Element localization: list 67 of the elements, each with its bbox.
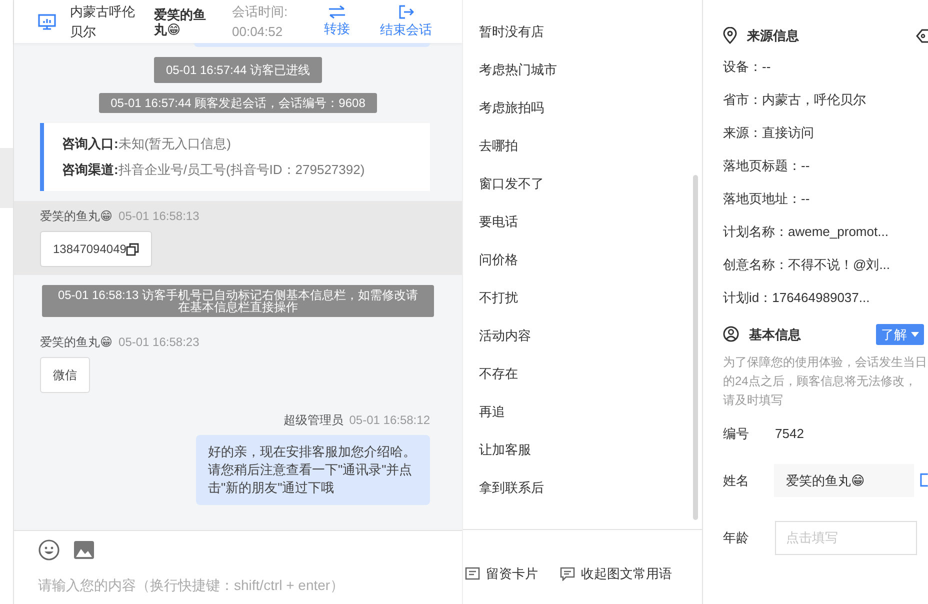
quick-reply-item[interactable]: 让加客服 [479, 431, 702, 469]
user-circle-icon [723, 326, 739, 342]
quick-reply-item[interactable]: 不存在 [479, 355, 702, 393]
source-info-row-text: 省市：内蒙古，呼伦贝尔 [723, 90, 867, 108]
field-value: 7542 [775, 425, 804, 443]
source-info-row-text: 计划id：176464989037... [723, 288, 871, 306]
lead-card-button[interactable]: 留资卡片 [465, 544, 538, 604]
info-label: 咨询渠道: [62, 162, 118, 177]
collapse-phrases-button[interactable]: 收起图文常用语 [560, 544, 672, 604]
source-info-row-text: 创意名称：不得不说！@刘... [723, 256, 892, 274]
quick-reply-item[interactable]: 再追 [479, 393, 702, 431]
exit-icon [398, 4, 414, 20]
source-info-row-text: 计划名称：aweme_promot... [723, 222, 890, 241]
transfer-button[interactable]: 转接 [324, 4, 350, 38]
sidebar-item[interactable] [0, 148, 13, 208]
tag-icon [916, 28, 928, 43]
caret-icon [911, 332, 919, 337]
visitor-name: 爱笑的鱼丸😁 [154, 6, 207, 36]
quick-reply-item[interactable]: 活动内容 [479, 317, 702, 355]
section-title: 来源信息 [747, 27, 799, 45]
sender-name: 超级管理员 [283, 413, 344, 427]
message-bubble: 好的亲，现在安排客服加您介绍哈。请您稍后注意查看一下"通讯录"并点击"新的朋友"通过下哦 [196, 435, 430, 505]
timer-label: 会话时间: [232, 2, 289, 20]
scrollbar[interactable] [693, 175, 698, 520]
source-info-row-text: 落地页标题：-- [723, 156, 811, 174]
comment-icon [560, 567, 575, 581]
info-value: 未知(暂无入口信息) [118, 136, 232, 151]
system-notice: 05-01 16:57:44 顾客发起会话，会话编号：9608 [98, 93, 378, 113]
swap-arrows-icon [328, 4, 346, 18]
sender-name: 爱笑的鱼丸😁 [40, 335, 113, 349]
card-icon [465, 567, 480, 581]
info-value: 抖音企业号/员工号(抖音号ID：279527392) [118, 162, 365, 177]
sender-name: 爱笑的鱼丸😁 [40, 209, 113, 223]
field-label: 编号 [723, 425, 750, 443]
message-time: 05-01 16:58:12 [349, 413, 430, 427]
timer-value: 00:04:52 [232, 22, 284, 40]
name-field: 爱笑的鱼丸😁 [774, 464, 914, 497]
location-pin-icon [723, 27, 737, 44]
field-label: 姓名 [723, 472, 750, 490]
quick-reply-item[interactable]: 不打扰 [479, 279, 702, 317]
message-time: 05-01 16:58:23 [118, 335, 200, 349]
quick-reply-item[interactable]: 去哪拍 [479, 127, 702, 165]
message-time: 05-01 16:58:13 [118, 209, 200, 223]
message-text: 13847094049 [53, 241, 126, 258]
system-notice: 05-01 16:58:13 访客手机号已自动标记右侧基本信息栏，如需修改请在基本信息栏直接操作 [42, 285, 434, 317]
source-info-row-text: 来源：直接访问 [723, 124, 815, 142]
info-label: 咨询入口: [62, 136, 118, 151]
message-text: 微信 [53, 367, 77, 384]
notice-text: 为了保障您的使用体验，会话发生当日的24点之后，顾客信息将无法修改，请及时填写 [723, 354, 928, 409]
source-info-row-text: 落地页地址：-- [723, 190, 811, 208]
location-text: 内蒙古呼伦贝尔 [70, 2, 136, 40]
monitor-icon [38, 14, 56, 30]
end-session-button[interactable]: 结束会话 [380, 4, 432, 40]
quick-reply-item[interactable]: 考虑热门城市 [479, 51, 702, 89]
quick-reply-item[interactable]: 窗口发不了 [479, 165, 702, 203]
section-title: 基本信息 [749, 326, 801, 344]
age-input[interactable]: 点击填写 [775, 521, 917, 554]
quick-reply-item[interactable]: 考虑旅拍吗 [479, 89, 702, 127]
quick-reply-item[interactable]: 要电话 [479, 203, 702, 241]
quick-reply-item[interactable]: 拿到联系后 [479, 469, 702, 507]
image-icon [74, 541, 94, 559]
field-label: 年龄 [723, 529, 750, 547]
quick-reply-item[interactable]: 问价格 [479, 241, 702, 279]
quick-reply-item[interactable]: 暂时没有店 [479, 13, 702, 51]
system-notice: 05-01 16:57:44 访客已进线 [154, 57, 322, 83]
source-info-row-text: 设备：-- [723, 58, 772, 76]
emoji-icon [38, 539, 60, 561]
